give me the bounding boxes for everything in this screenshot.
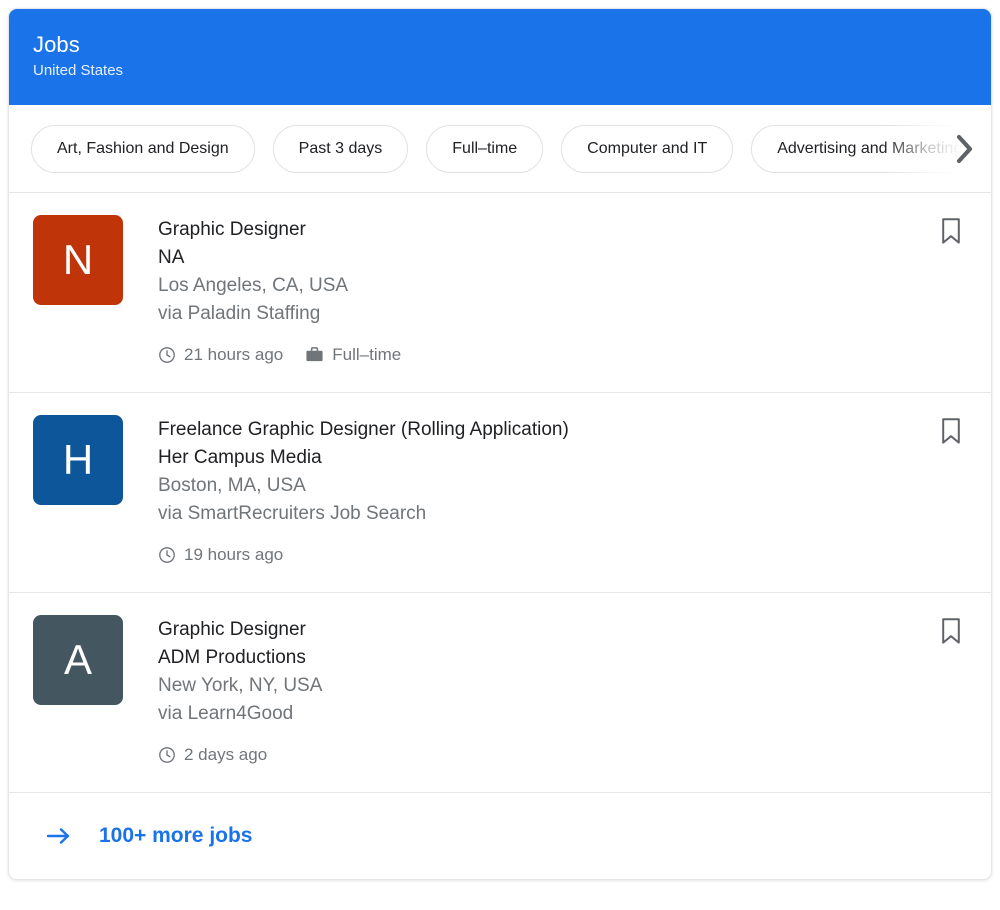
more-jobs-link[interactable]: 100+ more jobs [9,793,991,879]
job-details: Freelance Graphic Designer (Rolling Appl… [123,415,967,566]
job-type-text: Full–time [332,345,402,364]
bookmark-icon [940,417,962,445]
filter-chips-scroller[interactable]: Art, Fashion and Design Past 3 days Full… [9,105,991,192]
filter-chips-row: Art, Fashion and Design Past 3 days Full… [9,105,991,193]
job-details: Graphic Designer NA Los Angeles, CA, USA… [123,215,967,366]
job-company: Her Campus Media [158,447,322,468]
job-title: Graphic Designer [158,619,306,640]
briefcase-icon [305,346,324,364]
arrow-right-icon [45,822,73,850]
chips-next-button[interactable] [945,105,985,192]
clock-icon [158,546,176,564]
save-job-button[interactable] [937,217,965,245]
job-list-item[interactable]: A Graphic Designer ADM Productions New Y… [9,593,991,793]
save-job-button[interactable] [937,617,965,645]
filter-chip-past-3-days[interactable]: Past 3 days [272,125,409,173]
save-job-button[interactable] [937,417,965,445]
bookmark-icon [940,617,962,645]
job-meta-row: 21 hours ago Full–time [158,344,967,366]
jobs-page: Jobs United States Art, Fashion and Desi… [0,0,1000,910]
job-source: via Learn4Good [158,703,294,724]
job-posted-text: 2 days ago [184,745,268,764]
job-posted-text: 19 hours ago [184,545,284,564]
header-location: United States [33,62,124,79]
more-jobs-label: 100+ more jobs [99,824,253,847]
card-header: Jobs United States [9,9,991,105]
chevron-right-icon [954,133,976,165]
job-posted-text: 21 hours ago [184,345,284,364]
job-title: Graphic Designer [158,219,306,240]
bookmark-icon [940,217,962,245]
clock-icon [158,746,176,764]
company-logo: H [33,415,123,505]
filter-chip-full-time[interactable]: Full–time [426,125,544,173]
job-meta-row: 19 hours ago [158,544,967,566]
job-details: Graphic Designer ADM Productions New Yor… [123,615,967,766]
job-location: New York, NY, USA [158,675,323,696]
job-posted-meta: 2 days ago [158,744,267,766]
company-logo: A [33,615,123,705]
job-location: Los Angeles, CA, USA [158,275,349,296]
clock-icon [158,346,176,364]
job-list-item[interactable]: H Freelance Graphic Designer (Rolling Ap… [9,393,991,593]
page-title: Jobs [33,32,80,57]
job-posted-meta: 21 hours ago [158,344,283,366]
job-meta-row: 2 days ago [158,744,967,766]
job-type-meta: Full–time [305,344,401,366]
company-logo: N [33,215,123,305]
jobs-card: Jobs United States Art, Fashion and Desi… [8,8,992,880]
job-title: Freelance Graphic Designer (Rolling Appl… [158,419,569,440]
filter-chip-computer-and-it[interactable]: Computer and IT [561,125,734,173]
job-list-item[interactable]: N Graphic Designer NA Los Angeles, CA, U… [9,193,991,393]
job-source: via SmartRecruiters Job Search [158,503,427,524]
job-location: Boston, MA, USA [158,475,306,496]
job-posted-meta: 19 hours ago [158,544,283,566]
job-company: NA [158,247,185,268]
job-company: ADM Productions [158,647,306,668]
job-source: via Paladin Staffing [158,303,321,324]
filter-chip-art-fashion-and-design[interactable]: Art, Fashion and Design [31,125,255,173]
